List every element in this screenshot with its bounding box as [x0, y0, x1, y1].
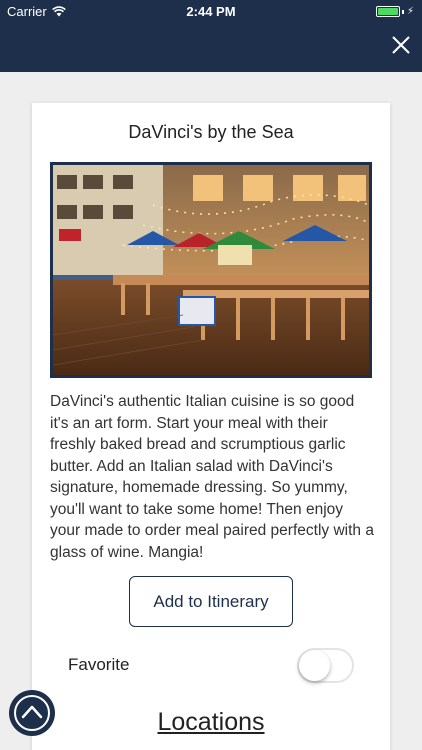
- favorite-label: Favorite: [68, 655, 130, 674]
- toggle-knob: [299, 650, 330, 681]
- status-bar: Carrier 2:44 PM ⚡: [0, 0, 422, 24]
- close-icon: [392, 36, 410, 54]
- scroll-to-top-button[interactable]: [9, 690, 55, 736]
- restaurant-description: DaVinci's authentic Italian cuisine is s…: [50, 393, 374, 561]
- battery-icon: ⚡: [375, 6, 414, 17]
- add-to-itinerary-button[interactable]: Add to Itinerary: [129, 576, 293, 627]
- favorite-toggle[interactable]: [297, 648, 354, 683]
- locations-heading: Locations: [157, 708, 265, 736]
- chevron-up-icon: [14, 695, 50, 731]
- page-title: DaVinci's by the Sea: [128, 122, 294, 142]
- restaurant-photo: [50, 162, 372, 378]
- close-button[interactable]: [390, 34, 412, 56]
- charging-icon: ⚡: [406, 6, 414, 17]
- header-bar: Carrier 2:44 PM ⚡: [0, 0, 422, 72]
- battery-level: [377, 8, 398, 15]
- detail-card: DaVinci's by the Sea DaVinci's authentic…: [32, 103, 390, 750]
- status-time: 2:44 PM: [186, 4, 236, 19]
